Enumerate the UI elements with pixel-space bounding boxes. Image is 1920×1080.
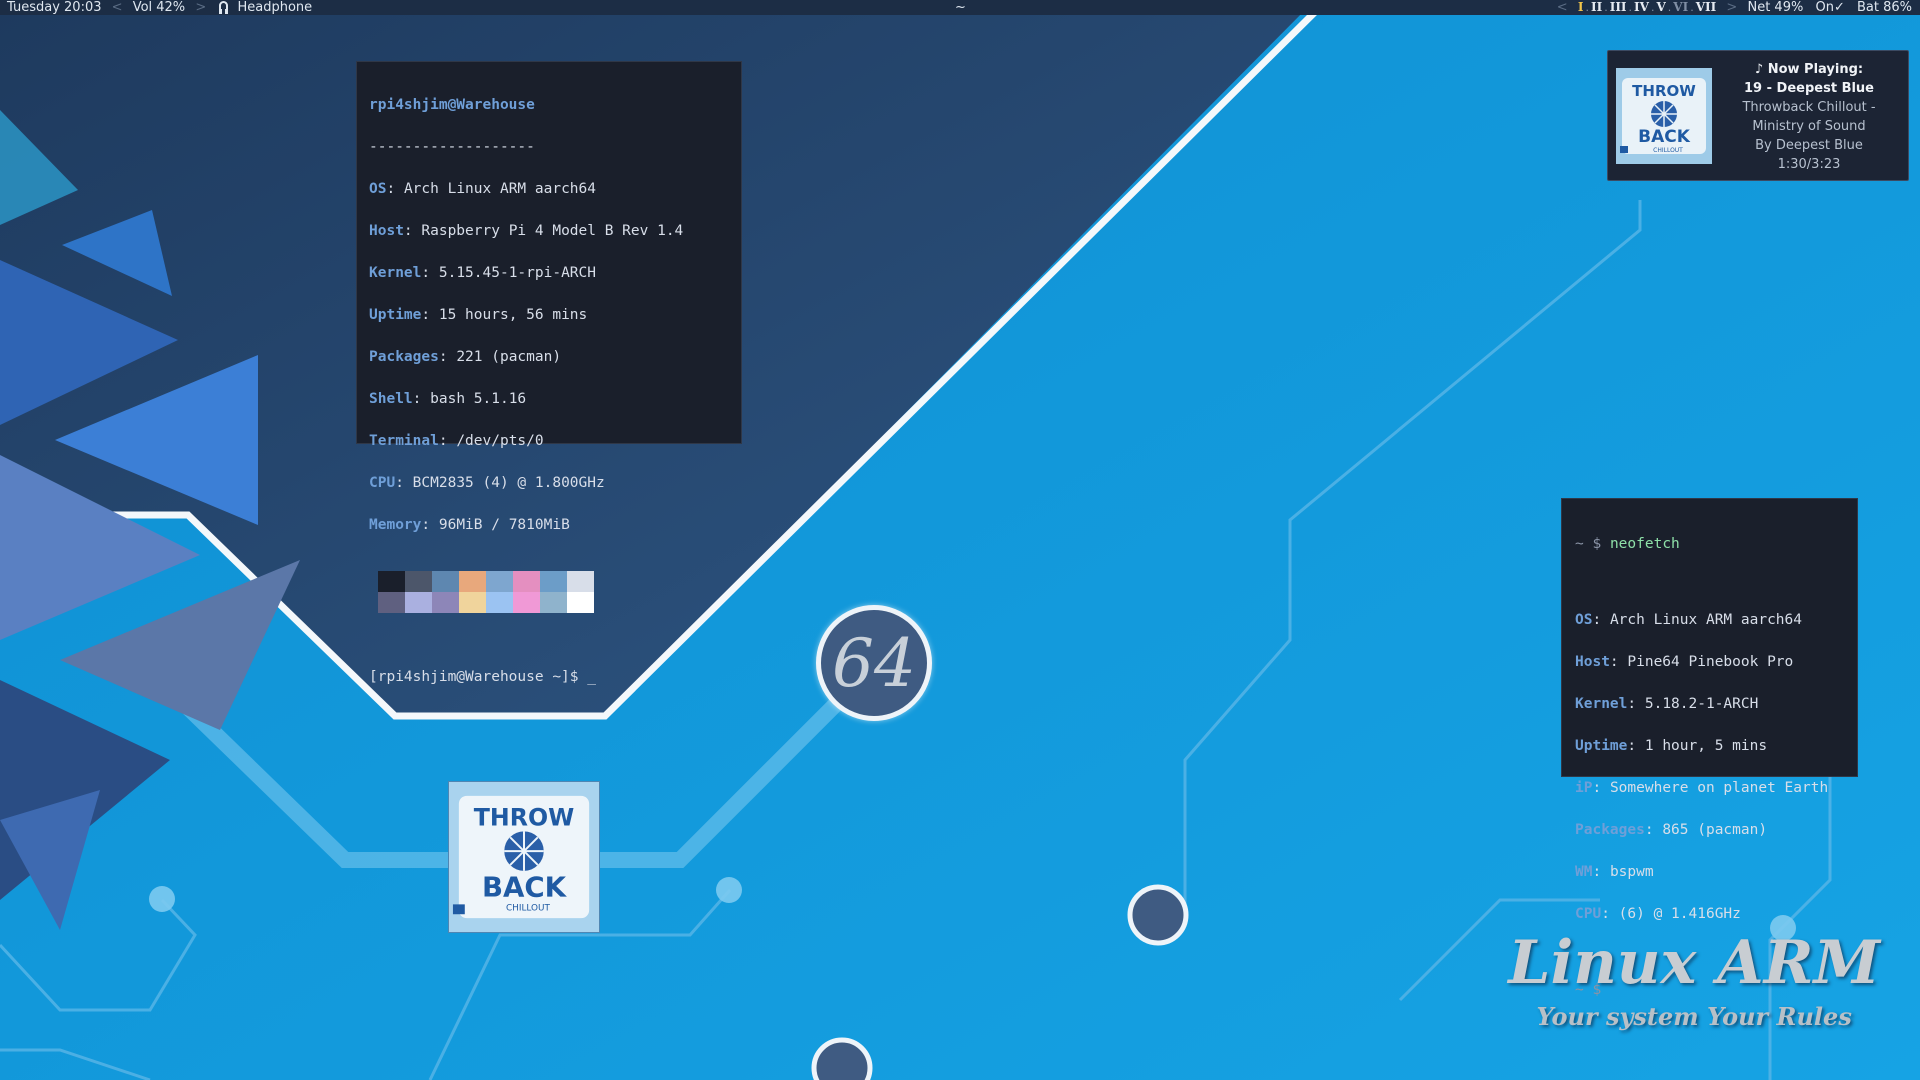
svg-text:CHILLOUT: CHILLOUT [1653,147,1683,154]
track-title: 19 - Deepest Blue [1744,81,1874,96]
color-swatch [405,571,432,592]
top-bar: Tuesday 20:03 < Vol 42% > Headphone ~ < … [0,0,1920,15]
info-row: Uptime: 1 hour, 5 mins [1575,738,1768,754]
info-row: OS: Arch Linux ARM aarch64 [369,181,596,197]
color-swatch [540,592,567,613]
terminal-window-rpi[interactable]: rpi4shjim@Warehouse ------------------- … [356,61,742,685]
color-swatch [567,592,594,613]
separator-chevron: < [111,0,123,15]
info-row: CPU: (6) @ 1.416GHz [1575,906,1741,922]
info-row: Kernel: 5.18.2-1-ARCH [1575,696,1759,712]
info-row: OS: Arch Linux ARM aarch64 [1575,612,1802,628]
separator-chevron: > [1726,0,1738,15]
info-row: Host: Pine64 Pinebook Pro [1575,654,1794,670]
color-swatch [567,571,594,592]
terminal-window-pinebook[interactable]: ~ $ neofetch OS: Arch Linux ARM aarch64 … [1561,498,1858,998]
album-line-1: Throwback Chillout - [1742,100,1876,115]
window-title: ~ [955,0,966,15]
workspace-2[interactable]: II [1591,0,1602,14]
now-playing-notification[interactable]: THROW BACK CHILLOUT ♪ Now Playing: 19 - … [1607,50,1909,181]
workspace-7[interactable]: VII [1696,0,1717,14]
track-position: 1:30/3:23 [1777,157,1841,172]
color-swatch [486,571,513,592]
battery-indicator: Bat 86% [1856,0,1912,15]
info-row: Packages: 221 (pacman) [369,349,562,365]
arch-64-badge: 64 [816,605,932,721]
top-bar-right: < I. II. III. IV. V. VI. VII > Net 49% On✓ Bat… [1556,0,1912,15]
svg-text:THROW: THROW [1632,82,1696,100]
color-swatch [378,592,405,613]
color-swatch [513,571,540,592]
volume-indicator[interactable]: Vol 42% [133,0,185,15]
info-row: Uptime: 15 hours, 56 mins [369,307,588,323]
color-swatch [405,592,432,613]
workspace-3[interactable]: III [1610,0,1627,14]
color-palette [378,571,594,613]
color-swatch [459,571,486,592]
badge-text: 64 [832,624,916,702]
info-row: Memory: 96MiB / 7810MiB [369,517,570,533]
separator-chevron: > [195,0,207,15]
now-playing-heading: ♪ Now Playing: [1754,62,1864,77]
status-indicator: On✓ [1815,0,1845,15]
network-indicator[interactable]: Net 49% [1747,0,1803,15]
color-swatch [432,592,459,613]
user-host: rpi4shjim@Warehouse [369,97,535,113]
audio-device[interactable]: Headphone [238,0,313,15]
brand-title: Linux ARM [1508,928,1880,998]
date-day: Tuesday [7,0,60,15]
top-bar-left: Tuesday 20:03 < Vol 42% > Headphone [7,0,312,15]
color-swatch [378,571,405,592]
color-swatch [540,571,567,592]
info-row: Kernel: 5.15.45-1-rpi-ARCH [369,265,596,281]
clock: 20:03 [64,0,102,15]
album-line-2: Ministry of Sound [1752,119,1866,134]
track-artist: By Deepest Blue [1755,138,1863,153]
info-row: Host: Raspberry Pi 4 Model B Rev 1.4 [369,223,684,239]
color-swatch [486,592,513,613]
info-row: iP: Somewhere on planet Earth [1575,780,1829,796]
color-swatch [513,592,540,613]
album-art-thumbnail: THROW BACK CHILLOUT [1616,68,1712,164]
info-row: CPU: BCM2835 (4) @ 1.800GHz [369,475,605,491]
info-row: WM: bspwm [1575,864,1654,880]
info-row: Terminal: /dev/pts/0 [369,433,544,449]
color-swatch [432,571,459,592]
info-row: Shell: bash 5.1.16 [369,391,527,407]
album-art-desktop: THROW BACK CHILLOUT [448,781,600,933]
now-playing-text: ♪ Now Playing: 19 - Deepest Blue Throwba… [1714,60,1904,174]
svg-text:BACK: BACK [482,870,568,903]
separator-chevron: < [1556,0,1568,15]
workspace-5[interactable]: V [1656,0,1665,14]
brand-subtitle: Your system Your Rules [1536,1002,1852,1031]
linux-arm-branding: Linux ARM Your system Your Rules [1508,930,1880,1034]
color-swatch [459,592,486,613]
workspace-6[interactable]: VI [1673,0,1688,14]
headphone-icon [219,1,229,14]
command-line: ~ $ neofetch [1575,536,1680,552]
svg-text:BACK: BACK [1638,127,1691,147]
svg-text:CHILLOUT: CHILLOUT [506,903,551,913]
workspace-4[interactable]: IV [1634,0,1649,14]
divider-line: ------------------- [369,139,535,155]
svg-text:THROW: THROW [474,803,574,831]
workspace-1[interactable]: I [1578,0,1584,14]
shell-prompt[interactable]: [rpi4shjim@Warehouse ~]$ _ [369,667,729,688]
info-row: Packages: 865 (pacman) [1575,822,1768,838]
